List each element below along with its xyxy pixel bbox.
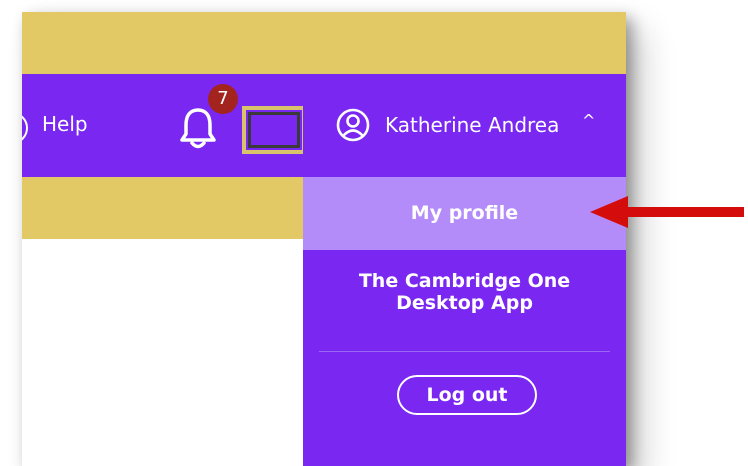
focused-button[interactable]: [242, 106, 306, 154]
desktop-app-line-1: The Cambridge One: [358, 270, 571, 292]
bell-icon[interactable]: [178, 106, 218, 150]
notification-badge: 7: [208, 84, 238, 114]
user-dropdown-menu: Katherine Andrea ^ My profile The Cambri…: [303, 74, 626, 466]
user-menu-toggle[interactable]: Katherine Andrea ^: [303, 74, 626, 177]
user-name: Katherine Andrea: [385, 113, 560, 137]
help-label: Help: [42, 112, 88, 136]
menu-divider: [319, 351, 610, 352]
logout-button[interactable]: Log out: [397, 375, 537, 415]
menu-item-my-profile[interactable]: My profile: [303, 177, 626, 250]
red-arrow-icon: [590, 196, 744, 228]
gold-band-top: [22, 12, 626, 74]
desktop-app-line-2: Desktop App: [396, 292, 533, 314]
screenshot-panel: Help 7 Katherine Andrea ^ My profile The…: [22, 12, 626, 466]
menu-item-desktop-app[interactable]: The Cambridge One Desktop App: [303, 270, 626, 330]
chevron-up-icon: ^: [582, 111, 596, 130]
user-circle-icon: [336, 108, 370, 142]
focus-ring: [248, 112, 300, 148]
help-icon: [22, 112, 28, 144]
